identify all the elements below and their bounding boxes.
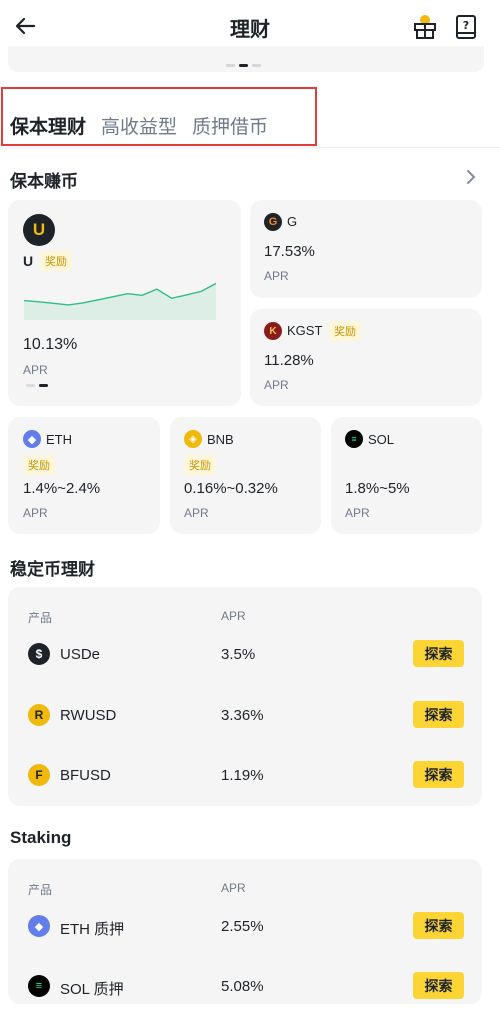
- product-name: BFUSD: [60, 767, 111, 784]
- column-header-apr: APR: [221, 881, 246, 895]
- gift-icon[interactable]: [411, 13, 439, 41]
- reward-badge: 奖励: [329, 321, 361, 341]
- sol-stake-icon: ≡: [28, 975, 50, 997]
- featured-product-card[interactable]: U U 奖励 10.13% APR: [8, 200, 241, 406]
- apr-label: APR: [264, 269, 289, 283]
- featured-name: U: [23, 253, 34, 269]
- column-header-product: 产品: [28, 883, 53, 897]
- product-name: ETH: [46, 432, 72, 447]
- svg-text:?: ?: [463, 19, 469, 32]
- apr-label: APR: [345, 506, 370, 520]
- bnb-coin-icon: ◈: [184, 430, 202, 448]
- product-name: ETH 质押: [60, 921, 125, 938]
- featured-carousel-indicator: [26, 384, 48, 387]
- section-title-principal: 保本赚币: [10, 172, 78, 191]
- product-rate: 1.8%~5%: [345, 480, 410, 497]
- product-name: SOL 质押: [60, 981, 124, 998]
- product-rate: 11.28%: [264, 352, 314, 369]
- product-rate: 0.16%~0.32%: [184, 480, 278, 497]
- product-apr: 1.19%: [221, 767, 264, 784]
- reward-badge: 奖励: [40, 251, 72, 271]
- tab-high-yield[interactable]: 高收益型: [101, 112, 177, 139]
- reward-badge: 奖励: [184, 455, 216, 475]
- explore-button[interactable]: 探索: [413, 701, 464, 728]
- section-title-stablecoin: 稳定币理财: [10, 560, 95, 579]
- explore-button[interactable]: 探索: [413, 972, 464, 999]
- stablecoin-table: 产品 APR $ USDe 3.5% 探索 R RWUSD 3.36% 探索 F…: [8, 587, 482, 806]
- product-rate: 1.4%~2.4%: [23, 480, 101, 497]
- eth-coin-icon: ◆: [23, 430, 41, 448]
- book-icon[interactable]: ?: [452, 13, 480, 41]
- staking-table: 产品 APR ◆ ETH 质押 2.55% 探索 ≡ SOL 质押 5.08% …: [8, 859, 482, 1004]
- featured-rate: 10.13%: [23, 336, 78, 353]
- sol-coin-icon: ≡: [345, 430, 363, 448]
- product-apr: 3.36%: [221, 707, 264, 724]
- product-name: SOL: [368, 432, 395, 447]
- bfusd-coin-icon: F: [28, 764, 50, 786]
- product-card-kgst[interactable]: K KGST 奖励 11.28% APR: [250, 309, 482, 406]
- eth-stake-icon: ◆: [28, 915, 50, 937]
- product-card-g[interactable]: G G 17.53% APR: [250, 200, 482, 298]
- explore-button[interactable]: 探索: [413, 640, 464, 667]
- product-name: KGST: [287, 323, 323, 338]
- tab-principal-protected[interactable]: 保本理财: [10, 112, 86, 139]
- product-apr: 3.5%: [221, 646, 256, 663]
- product-rate: 17.53%: [264, 243, 315, 260]
- column-header-apr: APR: [221, 609, 246, 623]
- product-card-bnb[interactable]: ◈ BNB 奖励 0.16%~0.32% APR: [170, 417, 321, 534]
- featured-apr-label: APR: [23, 363, 48, 377]
- product-name: G: [287, 214, 298, 229]
- product-apr: 5.08%: [221, 978, 264, 995]
- u-coin-icon: U: [23, 214, 55, 246]
- reward-badge: 奖励: [23, 455, 55, 475]
- apr-label: APR: [23, 506, 48, 520]
- product-apr: 2.55%: [221, 918, 264, 935]
- section-title-staking: Staking: [10, 828, 72, 847]
- usde-coin-icon: $: [28, 643, 50, 665]
- product-name: BNB: [207, 432, 234, 447]
- explore-button[interactable]: 探索: [413, 912, 464, 939]
- apr-label: APR: [184, 506, 209, 520]
- product-name: USDe: [60, 646, 101, 663]
- top-bar: 理财 ?: [0, 0, 500, 50]
- tab-collateral-loan[interactable]: 质押借币: [192, 112, 268, 139]
- product-card-eth[interactable]: ◆ ETH 奖励 1.4%~2.4% APR: [8, 417, 160, 534]
- explore-button[interactable]: 探索: [413, 761, 464, 788]
- chevron-right-icon[interactable]: [462, 168, 480, 186]
- product-card-sol[interactable]: ≡ SOL 1.8%~5% APR: [331, 417, 482, 534]
- product-name: RWUSD: [60, 707, 117, 724]
- banner-carousel[interactable]: [8, 46, 484, 72]
- kgst-coin-icon: K: [264, 322, 282, 340]
- apr-sparkline: [24, 282, 216, 320]
- apr-label: APR: [264, 378, 289, 392]
- carousel-indicator: [226, 64, 261, 67]
- g-coin-icon: G: [264, 213, 282, 231]
- rwusd-coin-icon: R: [28, 704, 50, 726]
- tab-divider: [0, 147, 500, 148]
- column-header-product: 产品: [28, 611, 53, 625]
